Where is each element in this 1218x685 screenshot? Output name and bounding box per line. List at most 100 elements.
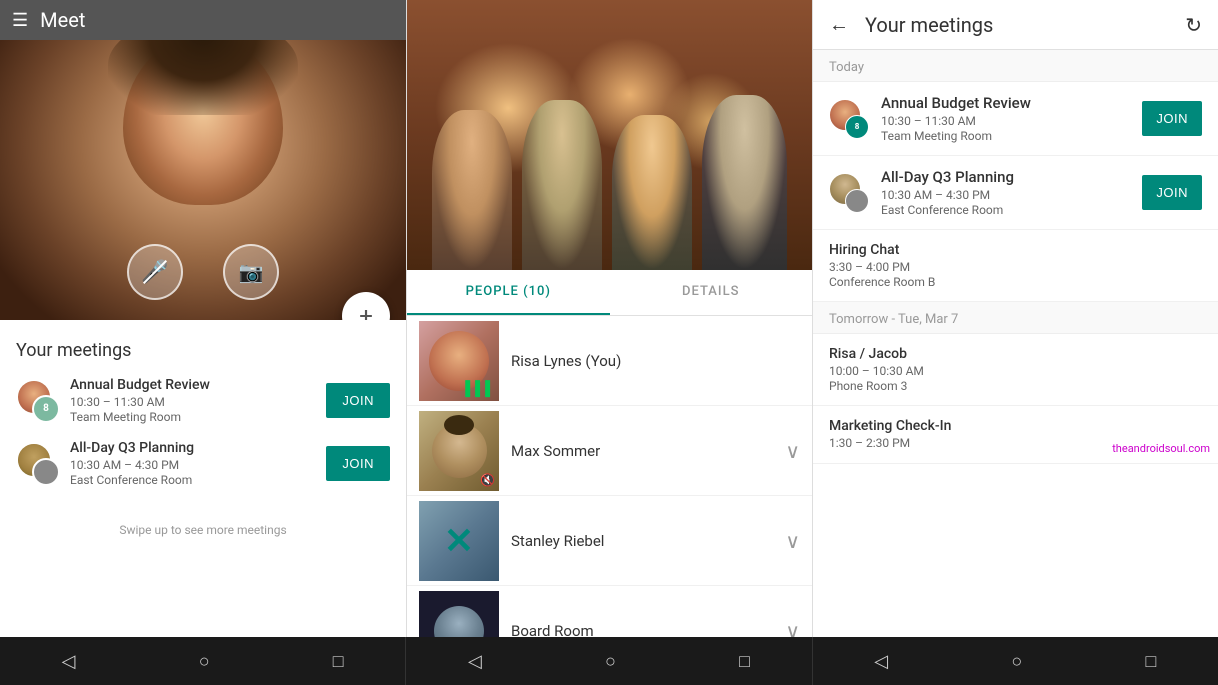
avatar-secondary: 8	[32, 395, 60, 423]
right-meetings-list: Today 8 Annual Budget Review 10:30 – 11:…	[813, 50, 1218, 637]
middle-panel: PEOPLE (10) DETAILS ▌▌▌ Risa Lynes (You)	[406, 0, 812, 637]
right-join-button-2[interactable]: JOIN	[1142, 175, 1202, 210]
meeting-info: Annual Budget Review 10:30 – 11:30 AM Te…	[70, 377, 316, 424]
right-meeting-name-4: Risa / Jacob	[829, 346, 1202, 362]
refresh-button[interactable]: ↻	[1185, 13, 1202, 37]
person-name: Max Sommer	[511, 442, 785, 460]
bottom-nav-right: ◁ ○ □	[813, 637, 1218, 685]
right-meeting-room-4: Phone Room 3	[829, 379, 1202, 393]
expand-icon[interactable]: ∨	[785, 439, 800, 463]
selfie-photo: 🎤 📷 +	[0, 0, 406, 320]
avatar-count: 8	[845, 115, 869, 139]
day-header-today: Today	[813, 50, 1218, 82]
right-meeting-room: Team Meeting Room	[881, 129, 1130, 143]
right-meeting-time: 10:30 – 11:30 AM	[881, 114, 1130, 128]
list-item: Risa / Jacob 10:00 – 10:30 AM Phone Room…	[813, 334, 1218, 406]
person-video-1: ▌▌▌	[419, 321, 499, 401]
people-silhouettes	[407, 70, 812, 270]
day-header-tomorrow: Tomorrow - Tue, Mar 7	[813, 302, 1218, 334]
list-item: ▌▌▌ Board Room ∨	[407, 586, 812, 637]
list-item: Marketing Check-In 1:30 – 2:30 PM theand…	[813, 406, 1218, 464]
back-nav-icon-3[interactable]: ◁	[874, 651, 888, 672]
meeting-name: Annual Budget Review	[70, 377, 316, 393]
list-item: 8 Annual Budget Review 10:30 – 11:30 AM …	[16, 377, 390, 424]
expand-icon[interactable]: ∨	[785, 619, 800, 638]
right-meeting-time-2: 10:30 AM – 4:30 PM	[881, 188, 1130, 202]
recents-nav-icon-3[interactable]: □	[1145, 651, 1156, 672]
back-nav-icon-2[interactable]: ◁	[468, 651, 482, 672]
people-details-tabs: PEOPLE (10) DETAILS	[407, 270, 812, 316]
recents-nav-icon-2[interactable]: □	[739, 651, 750, 672]
home-nav-icon-3[interactable]: ○	[1011, 651, 1022, 672]
back-button[interactable]: ←	[829, 12, 849, 37]
video-button[interactable]: 📷	[223, 244, 279, 300]
left-header: ☰ Meet	[0, 0, 406, 40]
app-title: Meet	[40, 8, 85, 32]
avatar-count-2	[845, 189, 869, 213]
watermark: theandroidsoul.com	[1112, 442, 1210, 455]
avatar-stack-2	[16, 442, 60, 486]
right-join-button-1[interactable]: JOIN	[1142, 101, 1202, 136]
mute-button[interactable]: 🎤	[127, 244, 183, 300]
right-avatar-2	[829, 173, 869, 213]
user-face	[103, 35, 303, 275]
meetings-section: Your meetings 8 Annual Budget Review 10:…	[0, 320, 406, 515]
meeting-info-2: All-Day Q3 Planning 10:30 AM – 4:30 PM E…	[70, 440, 316, 487]
right-meeting-info: Annual Budget Review 10:30 – 11:30 AM Te…	[881, 94, 1130, 143]
meeting-room-2: East Conference Room	[70, 473, 316, 487]
green-x-icon: ✕	[419, 501, 499, 581]
bottom-navigation: ◁ ○ □ ◁ ○ □ ◁ ○ □	[0, 637, 1218, 685]
mute-active-icon: 🔇	[480, 473, 495, 487]
person-video-3: ✕	[419, 501, 499, 581]
hamburger-icon[interactable]: ☰	[12, 10, 28, 31]
list-item: ▌▌▌ Risa Lynes (You)	[407, 316, 812, 406]
meetings-section-title: Your meetings	[16, 340, 390, 361]
home-nav-icon[interactable]: ○	[199, 651, 210, 672]
avatar-secondary-2	[32, 458, 60, 486]
list-item: All-Day Q3 Planning 10:30 AM – 4:30 PM E…	[813, 156, 1218, 230]
right-meeting-name: Annual Budget Review	[881, 94, 1130, 112]
tab-people[interactable]: PEOPLE (10)	[407, 270, 610, 315]
bottom-nav-middle: ◁ ○ □	[406, 637, 812, 685]
meeting-time-2: 10:30 AM – 4:30 PM	[70, 458, 316, 472]
list-item: 8 Annual Budget Review 10:30 – 11:30 AM …	[813, 82, 1218, 156]
home-nav-icon-2[interactable]: ○	[605, 651, 616, 672]
join-button[interactable]: JOIN	[326, 383, 390, 418]
bottom-nav-left: ◁ ○ □	[0, 637, 406, 685]
swipe-hint: Swipe up to see more meetings	[0, 515, 406, 545]
right-header: ← Your meetings ↻	[813, 0, 1218, 50]
right-meeting-time-3: 3:30 – 4:00 PM	[829, 260, 1202, 274]
right-meeting-name-2: All-Day Q3 Planning	[881, 168, 1130, 186]
right-meeting-room-3: Conference Room B	[829, 275, 1202, 289]
expand-icon[interactable]: ∨	[785, 529, 800, 553]
list-item: ✕ Stanley Riebel ∨	[407, 496, 812, 586]
recents-nav-icon[interactable]: □	[333, 651, 344, 672]
person-name: Stanley Riebel	[511, 532, 785, 550]
right-panel: ← Your meetings ↻ Today 8 Annual Budget …	[812, 0, 1218, 637]
meeting-name-2: All-Day Q3 Planning	[70, 440, 316, 456]
people-list: ▌▌▌ Risa Lynes (You) 🔇 Max Sommer ∨ ✕	[407, 316, 812, 637]
list-item: 🔇 Max Sommer ∨	[407, 406, 812, 496]
person-name: Risa Lynes (You)	[511, 352, 800, 370]
person-video-2: 🔇	[419, 411, 499, 491]
right-meeting-time-4: 10:00 – 10:30 AM	[829, 364, 1202, 378]
right-meeting-info-2: All-Day Q3 Planning 10:30 AM – 4:30 PM E…	[881, 168, 1130, 217]
join-button-2[interactable]: JOIN	[326, 446, 390, 481]
right-meeting-name-3: Hiring Chat	[829, 242, 1202, 258]
back-nav-icon[interactable]: ◁	[62, 651, 76, 672]
right-panel-title: Your meetings	[865, 13, 1185, 37]
list-item: Hiring Chat 3:30 – 4:00 PM Conference Ro…	[813, 230, 1218, 302]
call-controls: 🎤 📷	[0, 244, 406, 300]
left-panel: ☰ Meet 🎤 📷	[0, 0, 406, 637]
audio-active-icon: ▌▌▌	[465, 380, 495, 397]
avatar-stack: 8	[16, 379, 60, 423]
meeting-time: 10:30 – 11:30 AM	[70, 395, 316, 409]
person-name: Board Room	[511, 622, 785, 638]
meeting-group-photo	[407, 0, 812, 270]
tab-details[interactable]: DETAILS	[610, 270, 813, 315]
list-item: All-Day Q3 Planning 10:30 AM – 4:30 PM E…	[16, 440, 390, 487]
person-video-4: ▌▌▌	[419, 591, 499, 638]
meeting-room: Team Meeting Room	[70, 410, 316, 424]
right-meeting-name-5: Marketing Check-In	[829, 418, 1202, 434]
right-meeting-room-2: East Conference Room	[881, 203, 1130, 217]
